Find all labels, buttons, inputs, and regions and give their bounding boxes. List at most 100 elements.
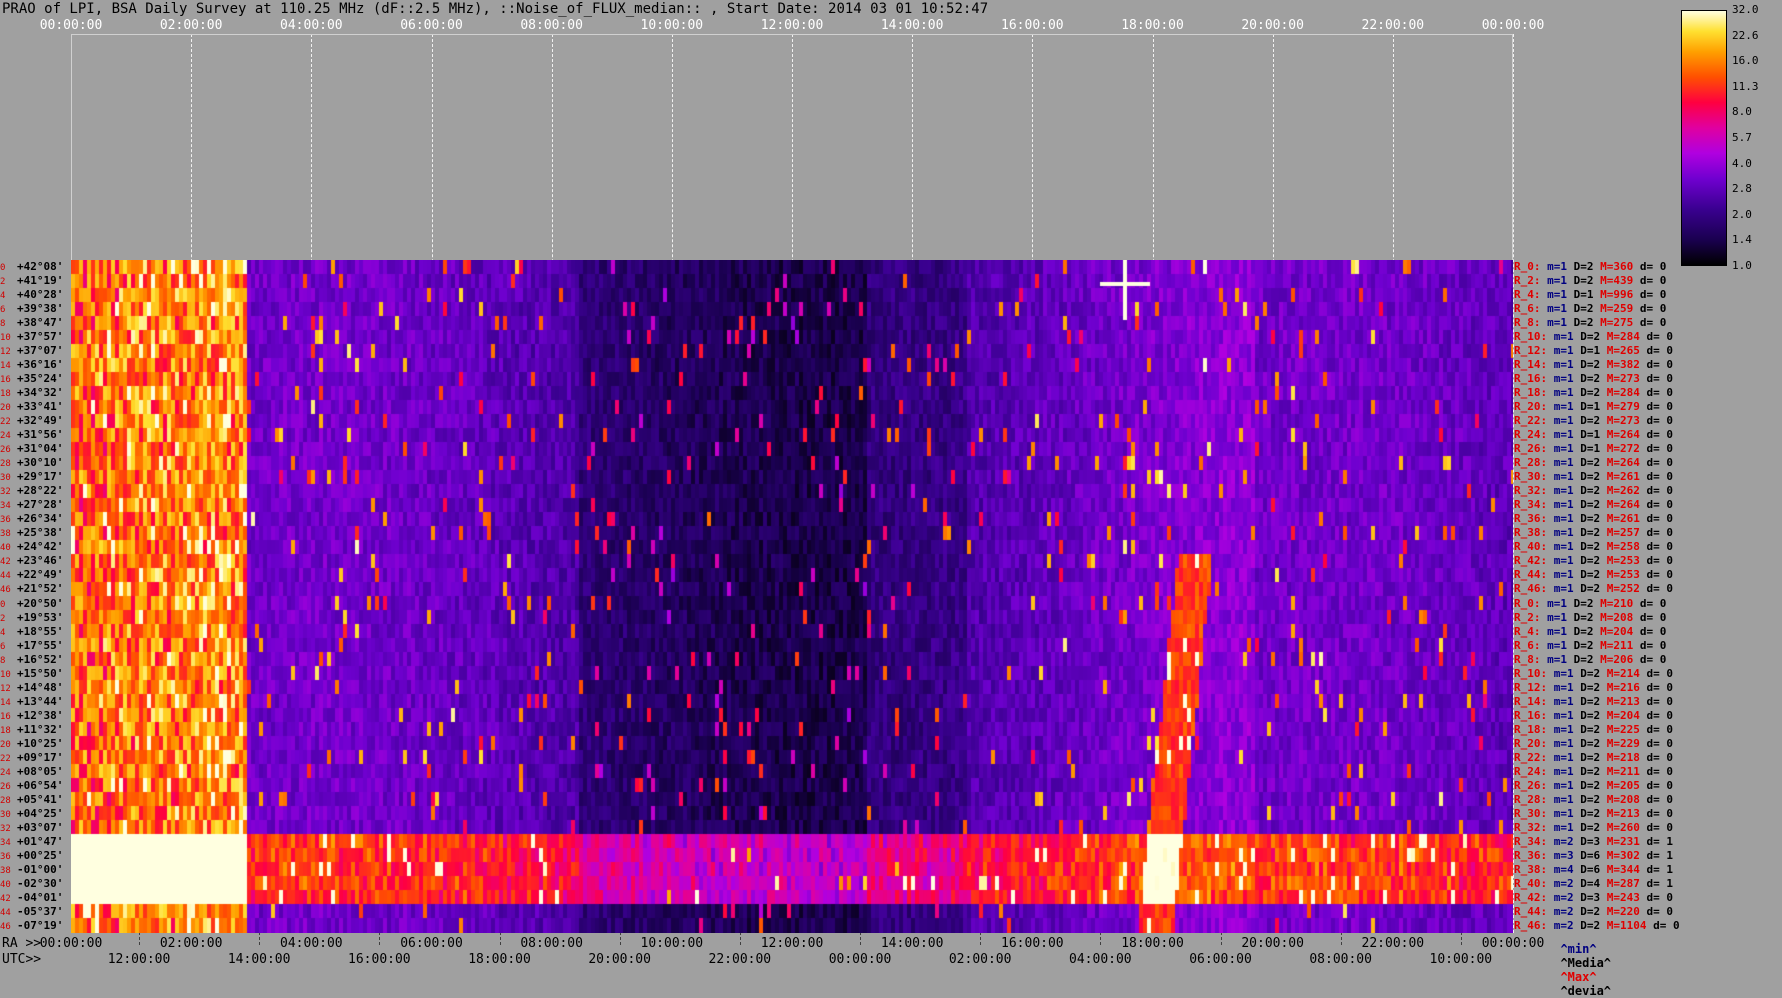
beam-stat-med: D=2 [1580, 554, 1607, 568]
beam-stat-med: D=2 [1580, 372, 1607, 386]
beam-stat-min: m=2 [1553, 890, 1581, 904]
declination-label: 34 +01°47' [0, 835, 70, 849]
beam-stat-row: R_46: m=1 D=2 M=252 d= 0 [1514, 582, 1680, 596]
declination-value: +04°25' [17, 806, 64, 820]
colorbar-tick-label: 11.3 [1732, 79, 1759, 93]
beam-stat-max: M=229 [1606, 736, 1647, 750]
top-tick-label: 06:00:00 [400, 18, 463, 33]
beam-stat-dev: d= 0 [1639, 638, 1673, 652]
beam-stat-min: m=1 [1547, 624, 1574, 638]
beam-stat-row: R_24: m=1 D=2 M=211 d= 0 [1514, 765, 1680, 779]
beam-index: 20 [0, 403, 11, 414]
beam-stat-med: D=2 [1573, 624, 1601, 638]
beam-index: 2 [0, 613, 6, 624]
beam-stat-dev: d= 0 [1646, 568, 1680, 582]
beam-stat-max: M=211 [1600, 638, 1640, 652]
beam-stat-dev: d= 0 [1646, 708, 1680, 722]
beam-stat-med: D=2 [1580, 540, 1607, 554]
beam-stat-row: R_6: m=1 D=2 M=259 d= 0 [1514, 302, 1673, 316]
beam-stat-name: R_28: [1514, 792, 1554, 806]
declination-value: +03°07' [17, 820, 64, 834]
beam-stat-med: D=3 [1580, 834, 1607, 848]
beam-stat-min: m=1 [1553, 764, 1581, 778]
beam-stat-name: R_4: [1514, 288, 1548, 302]
beam-stat-dev: d= 0 [1646, 456, 1680, 470]
beam-stat-dev: d= 0 [1639, 274, 1673, 288]
beam-stat-max: M=284 [1606, 330, 1647, 344]
beam-index: 36 [0, 851, 11, 862]
declination-label: 16 +12°38' [0, 709, 70, 723]
beam-stat-name: R_44: [1514, 568, 1554, 582]
ra-tick-label: 00:00:00 [39, 936, 103, 951]
beam-stat-min: m=1 [1547, 274, 1574, 288]
declination-label: 28 +05°41' [0, 793, 70, 807]
beam-stat-dev: d= 0 [1646, 722, 1680, 736]
declination-value: +17°55' [17, 638, 64, 652]
beam-index: 26 [0, 781, 11, 792]
beam-stat-dev: d= 0 [1646, 442, 1680, 456]
beam-stat-med: D=2 [1580, 386, 1607, 400]
beam-stat-med: D=2 [1580, 330, 1607, 344]
beam-stat-dev: d= 0 [1646, 358, 1680, 372]
beam-stat-dev: d= 0 [1646, 582, 1680, 596]
chart-title: PRAO of LPI, BSA Daily Survey at 110.25 … [2, 1, 989, 17]
beam-stat-dev: d= 0 [1646, 330, 1680, 344]
beam-stat-med: D=2 [1580, 904, 1607, 918]
utc-tick-label: 00:00:00 [828, 952, 892, 967]
beam-stat-name: R_32: [1514, 820, 1554, 834]
beam-stat-row: R_28: m=1 D=2 M=208 d= 0 [1514, 793, 1680, 807]
beam-stat-dev: d= 0 [1639, 624, 1673, 638]
declination-value: +08°05' [17, 764, 64, 778]
beam-stat-name: R_42: [1514, 890, 1554, 904]
beam-stat-name: R_26: [1514, 778, 1554, 792]
ra-tick-label: 20:00:00 [1241, 936, 1304, 951]
beam-stat-max: M=220 [1606, 904, 1647, 918]
beam-stat-med: D=2 [1580, 484, 1607, 498]
declination-label: 36 +26°34' [0, 512, 70, 526]
beam-stat-name: R_8: [1514, 652, 1548, 666]
beam-stat-dev: d= 0 [1646, 554, 1680, 568]
declination-value: -07°19' [17, 918, 64, 932]
beam-stat-name: R_16: [1514, 708, 1554, 722]
beam-index: 22 [0, 417, 11, 428]
declination-value: -02°30' [17, 876, 64, 890]
beam-stat-name: R_12: [1514, 680, 1554, 694]
beam-index: 10 [0, 333, 11, 344]
beam-index: 42 [0, 893, 11, 904]
beam-stat-max: M=260 [1606, 820, 1647, 834]
top-tick-label: 12:00:00 [760, 18, 824, 33]
beam-stat-max: M=264 [1606, 498, 1647, 512]
declination-value: +10°25' [17, 736, 64, 750]
heatmap-canvas[interactable] [71, 260, 1513, 933]
beam-stat-max: M=206 [1600, 652, 1640, 666]
beam-stat-name: R_26: [1514, 442, 1554, 456]
declination-value: +27°28' [17, 498, 64, 512]
beam-stat-dev: d= 0 [1639, 260, 1673, 273]
beam-stat-max: M=287 [1606, 876, 1647, 890]
utc-axis-prefix: UTC>> [2, 952, 42, 967]
declination-value: +39°38' [17, 302, 64, 316]
beam-stat-dev: d= 0 [1646, 526, 1680, 540]
beam-stat-name: R_16: [1514, 372, 1554, 386]
beam-stat-name: R_2: [1514, 274, 1548, 288]
beam-stat-row: R_36: m=1 D=2 M=261 d= 0 [1514, 512, 1680, 526]
beam-stat-name: R_20: [1514, 736, 1554, 750]
beam-stat-name: R_30: [1514, 470, 1554, 484]
beam-stat-row: R_8: m=1 D=2 M=275 d= 0 [1514, 316, 1673, 330]
beam-stat-row: R_16: m=1 D=2 M=273 d= 0 [1514, 372, 1680, 386]
declination-value: +13°44' [17, 694, 64, 708]
beam-stat-name: R_22: [1514, 750, 1554, 764]
beam-stat-row: R_12: m=1 D=2 M=216 d= 0 [1514, 681, 1680, 695]
beam-stat-med: D=2 [1580, 708, 1607, 722]
beam-stat-max: M=252 [1606, 582, 1647, 596]
beam-stat-med: D=1 [1573, 288, 1601, 302]
beam-stat-min: m=1 [1553, 554, 1581, 568]
beam-stat-name: R_30: [1514, 806, 1554, 820]
beam-stat-dev: d= 0 [1646, 484, 1680, 498]
declination-label: 24 +08°05' [0, 765, 70, 779]
utc-tick-label: 22:00:00 [708, 952, 772, 967]
stats-legend: ^min^ ^Media^ ^Max^ ^devia^ [1546, 928, 1611, 998]
declination-label: 26 +06°54' [0, 779, 70, 793]
beam-stat-max: M=211 [1606, 764, 1647, 778]
ra-tick-label: 08:00:00 [520, 936, 583, 951]
